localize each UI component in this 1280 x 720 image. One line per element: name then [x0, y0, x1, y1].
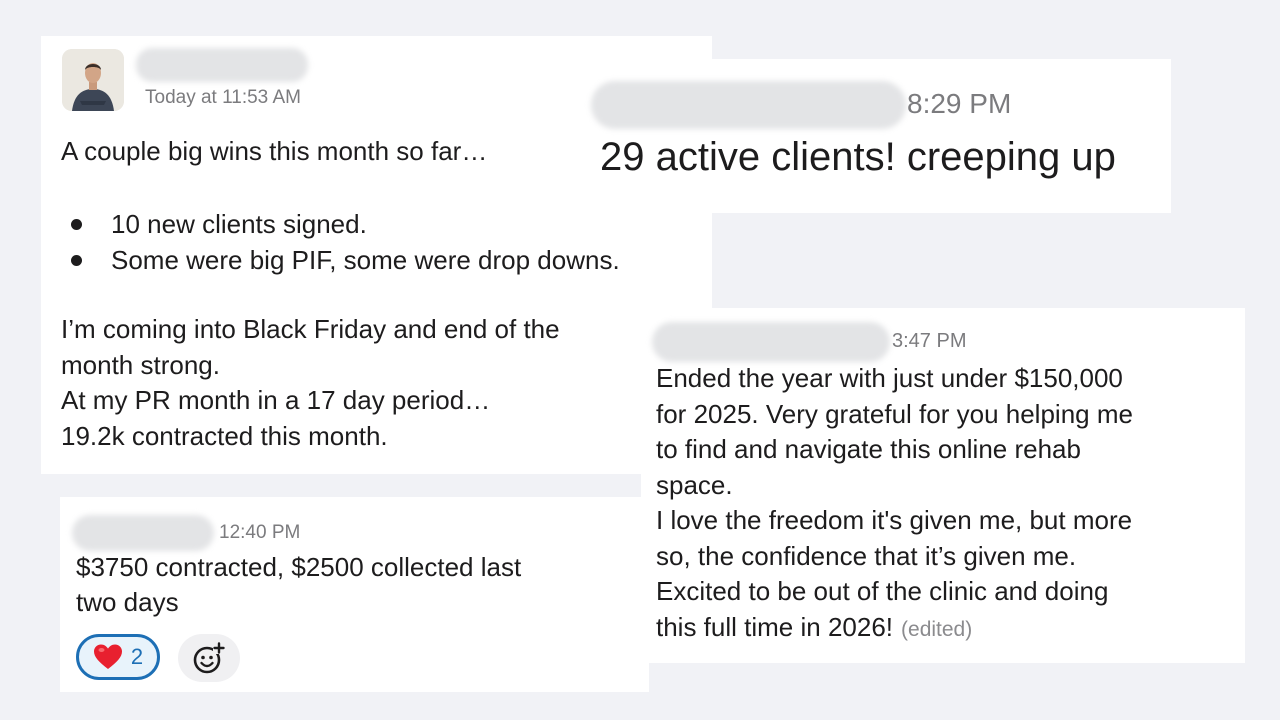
redacted-username [591, 81, 906, 129]
redacted-username [652, 322, 890, 362]
redacted-username [72, 515, 214, 551]
message-card-4: 12:40 PM $3750 contracted, $2500 collect… [60, 497, 649, 692]
reaction-count: 2 [130, 644, 144, 669]
timestamp: 3:47 PM [892, 330, 967, 352]
message-text: Ended the year with just under $150,000 … [656, 363, 1133, 642]
message-text: A couple big wins this month so far… [61, 136, 488, 166]
add-reaction-button[interactable] [178, 634, 240, 682]
bullet-icon [71, 255, 82, 266]
redacted-username [136, 48, 308, 82]
bullet-icon [71, 219, 82, 230]
timestamp: 12:40 PM [219, 522, 301, 543]
list-item: Some were big PIF, some were drop downs. [61, 242, 620, 278]
message-card-3: 3:47 PM Ended the year with just under $… [641, 308, 1245, 663]
add-reaction-icon [193, 642, 225, 674]
message-text: $3750 contracted, $2500 collected last t… [76, 552, 522, 617]
list-item: 10 new clients signed. [61, 206, 620, 242]
bullet-list: 10 new clients signed. Some were big PIF… [61, 206, 620, 278]
heart-icon [93, 644, 122, 669]
timestamp: 8:29 PM [907, 88, 1012, 119]
heart-reaction-button[interactable]: 2 [76, 634, 160, 680]
message-card-2: 8:29 PM 29 active clients! creeping up [560, 59, 1171, 213]
timestamp: Today at 11:53 AM [145, 87, 301, 108]
edited-label: (edited) [901, 617, 973, 641]
message-text: I’m coming into Black Friday and end of … [61, 314, 560, 451]
message-text: 29 active clients! creeping up [600, 135, 1116, 179]
avatar[interactable] [62, 49, 124, 111]
